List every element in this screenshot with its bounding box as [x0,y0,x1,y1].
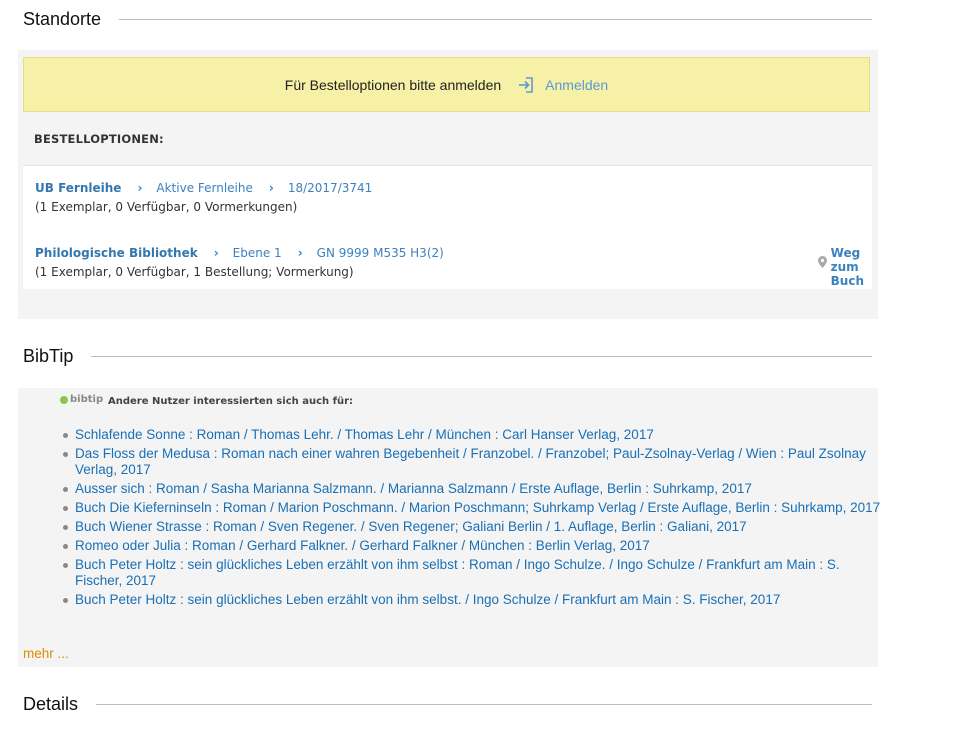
breadcrumb: Philologische Bibliothek › Ebene 1 › GN … [35,246,444,260]
login-link[interactable]: Anmelden [517,76,608,94]
chevron-right-icon: › [268,181,274,195]
signature-link[interactable]: GN 9999 M535 H3(2) [317,246,444,260]
more-link[interactable]: mehr ... [23,646,69,661]
chevron-right-icon: › [137,181,143,195]
bestelloptionen-list: UB Fernleihe › Aktive Fernleihe › 18/201… [23,165,872,289]
section-divider [119,19,872,20]
section-header-bibtip: BibTip [23,346,872,367]
list-item: Buch Peter Holtz : sein glückliches Lebe… [62,592,882,608]
section-title-standorte: Standorte [23,9,102,29]
chevron-right-icon: › [213,246,219,260]
bibtip-logo: bibtip [60,394,103,405]
list-item: Philologische Bibliothek › Ebene 1 › GN … [35,246,444,279]
bibtip-logo-text: bibtip [70,394,104,405]
route-label-line[interactable]: zum [831,260,864,274]
signature-link[interactable]: 18/2017/3741 [288,181,372,195]
map-marker-icon [818,256,831,288]
login-prompt: Für Bestelloptionen bitte anmelden [284,76,502,93]
location-link[interactable]: Aktive Fernleihe [156,181,253,195]
location-link[interactable]: Ebene 1 [233,246,282,260]
bibtip-panel: bibtip Andere Nutzer interessierten sich… [18,388,880,667]
bestelloptionen-heading: BESTELLOPTIONEN: [34,132,164,146]
recommendation-link[interactable]: Buch Peter Holtz : sein glückliches Lebe… [75,557,840,588]
login-label[interactable]: Anmelden [545,77,608,93]
list-item: Buch Die Kieferninseln : Roman / Marion … [62,500,882,516]
login-notice: Für Bestelloptionen bitte anmelden Anmel… [23,57,870,112]
chevron-right-icon: › [297,246,303,260]
recommendation-link[interactable]: Schlafende Sonne : Roman / Thomas Lehr. … [75,427,654,442]
recommendation-link[interactable]: Romeo oder Julia : Roman / Gerhard Falkn… [75,538,650,553]
route-to-book-link[interactable]: Weg zum Buch [818,246,864,288]
recommendation-link[interactable]: Buch Wiener Strasse : Roman / Sven Regen… [75,519,747,534]
list-item: Schlafende Sonne : Roman / Thomas Lehr. … [62,427,882,443]
section-header-standorte: Standorte [23,9,872,30]
recommendation-link[interactable]: Das Floss der Medusa : Roman nach einer … [75,446,866,477]
breadcrumb: UB Fernleihe › Aktive Fernleihe › 18/201… [35,181,372,195]
list-item: Buch Peter Holtz : sein glückliches Lebe… [62,557,882,589]
list-item: Das Floss der Medusa : Roman nach einer … [62,446,882,478]
sign-in-icon [519,76,533,93]
library-link[interactable]: Philologische Bibliothek [35,246,198,260]
recommendation-link[interactable]: Buch Die Kieferninseln : Roman / Marion … [75,500,880,515]
section-title-details: Details [23,694,79,714]
section-header-details: Details [23,694,872,715]
section-divider [96,704,872,705]
availability-info: (1 Exemplar, 0 Verfügbar, 1 Bestellung; … [35,265,354,279]
section-title-bibtip: BibTip [23,346,74,366]
section-divider [91,356,872,357]
recommendation-link[interactable]: Ausser sich : Roman / Sasha Marianna Sal… [75,481,752,496]
list-item: Buch Wiener Strasse : Roman / Sven Regen… [62,519,882,535]
library-link[interactable]: UB Fernleihe [35,181,121,195]
route-label[interactable]: Weg zum Buch [831,246,864,288]
standorte-panel: Für Bestelloptionen bitte anmelden Anmel… [18,50,878,319]
bibtip-intro: Andere Nutzer interessierten sich auch f… [108,396,354,407]
availability-info: (1 Exemplar, 0 Verfügbar, 0 Vormerkungen… [35,200,298,214]
list-item: Romeo oder Julia : Roman / Gerhard Falkn… [62,538,882,554]
list-item: Ausser sich : Roman / Sasha Marianna Sal… [62,481,882,497]
bibtip-recommendations: Schlafende Sonne : Roman / Thomas Lehr. … [62,427,882,611]
bibtip-dot-icon [60,395,68,404]
recommendation-link[interactable]: Buch Peter Holtz : sein glückliches Lebe… [75,592,780,607]
route-label-line[interactable]: Buch [831,274,864,288]
route-label-line[interactable]: Weg [831,246,864,260]
list-item: UB Fernleihe › Aktive Fernleihe › 18/201… [35,181,372,214]
